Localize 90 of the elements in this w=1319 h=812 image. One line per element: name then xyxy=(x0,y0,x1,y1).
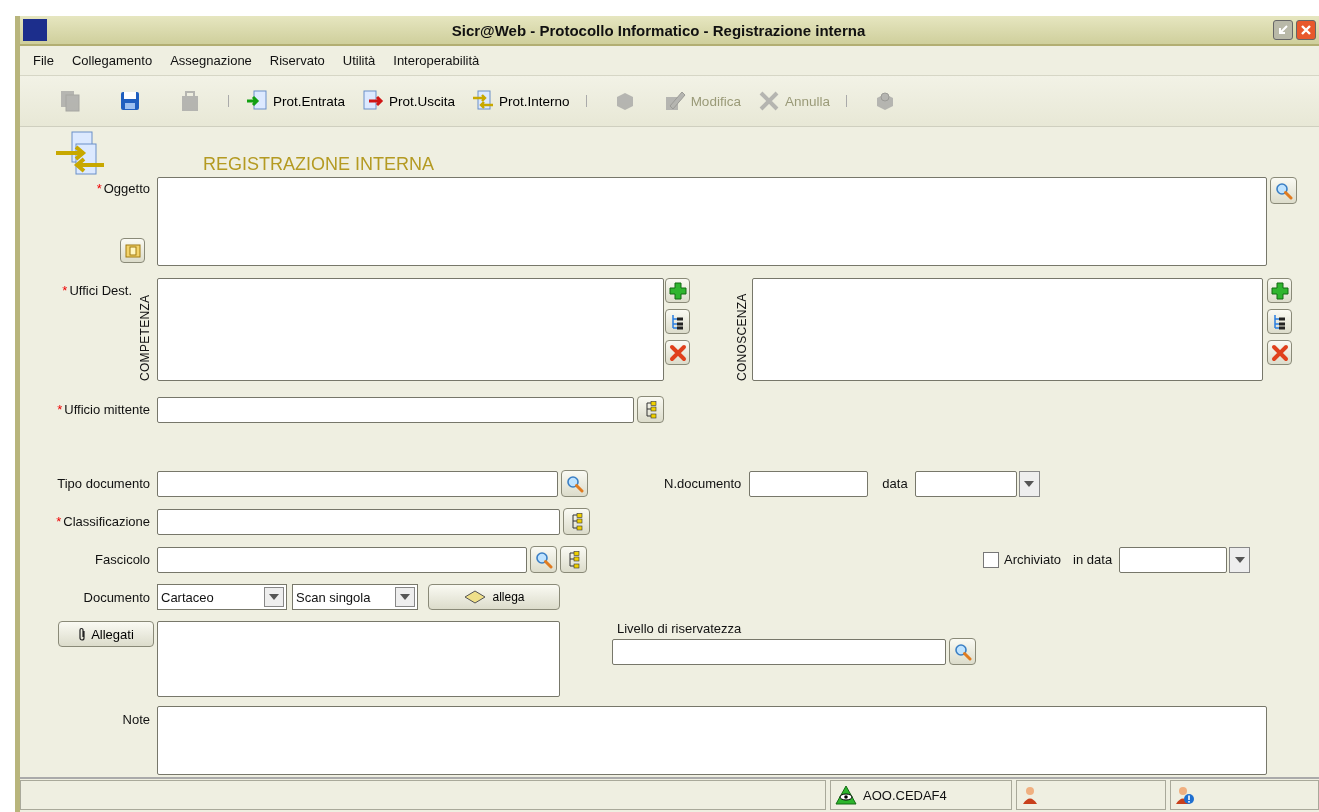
date-dropdown-button[interactable] xyxy=(1229,546,1251,573)
documento-select[interactable]: Cartaceo xyxy=(157,584,287,610)
n-documento-field[interactable] xyxy=(749,470,869,497)
caret-icon xyxy=(1234,556,1245,563)
delete-icon xyxy=(668,343,687,362)
form-heading: REGISTRAZIONE INTERNA xyxy=(203,154,435,175)
menu-item[interactable]: Collegamento xyxy=(64,53,164,68)
tree-icon xyxy=(569,512,584,531)
field-label: Archiviato xyxy=(1004,552,1062,567)
add-button[interactable] xyxy=(665,278,690,303)
allega-button[interactable]: allega xyxy=(428,584,560,610)
folder-icon xyxy=(124,242,141,259)
field-label: data xyxy=(882,476,908,491)
date-field[interactable] xyxy=(914,470,1017,497)
eye-triangle-icon xyxy=(835,785,857,805)
tree-icon xyxy=(566,550,581,569)
plus-icon xyxy=(668,281,687,300)
delete-button[interactable] xyxy=(665,340,690,365)
toolbar-icon xyxy=(361,89,386,113)
paperclip-icon xyxy=(78,627,87,641)
caret-icon xyxy=(269,594,279,600)
caret-icon xyxy=(400,594,410,600)
window-title: Sicr@Web - Protocollo Informatico - Registrazione interna xyxy=(450,21,867,39)
toolbar-button[interactable]: Prot.Entrata xyxy=(237,84,354,118)
fascicolo-field[interactable] xyxy=(157,546,527,573)
field-label: N.documento xyxy=(664,476,742,491)
user-info-icon xyxy=(1175,785,1195,805)
field-label: *Oggetto xyxy=(96,181,150,196)
delete-icon xyxy=(1270,343,1289,362)
search-button[interactable] xyxy=(949,638,976,665)
note-field[interactable] xyxy=(157,706,1267,775)
menu-item[interactable]: Assegnazione xyxy=(163,53,263,68)
archiviato-checkbox[interactable] xyxy=(983,551,999,568)
tipo-documento-field[interactable] xyxy=(157,470,558,497)
toolbar-icon xyxy=(58,89,82,113)
toolbar-button[interactable]: Prot.Uscita xyxy=(353,84,464,118)
allegati-list[interactable] xyxy=(157,621,560,697)
menu-item[interactable]: Utilità xyxy=(335,53,387,68)
search-icon xyxy=(565,474,584,493)
delete-button[interactable] xyxy=(1267,340,1292,365)
field-label: Documento xyxy=(83,589,150,605)
date-dropdown-button[interactable] xyxy=(1018,470,1040,497)
field-label: Fascicolo xyxy=(95,552,150,567)
allegati-button[interactable]: Allegati xyxy=(58,621,154,647)
app-icon xyxy=(23,19,47,41)
status-text: AOO.CEDAF4 xyxy=(863,787,947,803)
scan-select[interactable]: Scan singola xyxy=(292,584,418,610)
tree-icon xyxy=(1272,313,1287,330)
field-label: *Ufficio mittente xyxy=(57,402,150,417)
classificazione-field[interactable] xyxy=(157,508,560,535)
livello-field[interactable] xyxy=(612,638,946,665)
search-button[interactable] xyxy=(1270,177,1297,204)
tree-icon xyxy=(670,313,685,330)
user-icon xyxy=(1021,785,1039,805)
field-label: Note xyxy=(122,712,150,727)
restore-button[interactable] xyxy=(1273,20,1293,40)
search-button[interactable] xyxy=(530,546,557,573)
folder-button[interactable] xyxy=(120,238,145,263)
search-icon xyxy=(1274,181,1293,200)
arrow-icon xyxy=(1277,24,1289,36)
toolbar-icon xyxy=(118,89,142,113)
conoscenza-label: CONOSCENZA xyxy=(735,292,749,381)
search-icon xyxy=(534,550,553,569)
plus-icon xyxy=(1270,281,1289,300)
tree-button[interactable] xyxy=(1267,309,1292,334)
date-field[interactable] xyxy=(1119,546,1228,573)
tree-icon xyxy=(643,400,658,419)
menu-item[interactable]: Interoperabilità xyxy=(386,53,491,68)
competenza-list[interactable] xyxy=(157,278,664,381)
close-icon xyxy=(1300,24,1312,36)
field-label: Livello di riservatezza xyxy=(617,621,743,636)
menu-item[interactable]: Riservato xyxy=(262,53,336,68)
search-button[interactable] xyxy=(561,470,588,497)
field-label: *Classificazione xyxy=(56,514,150,529)
toolbar-icon xyxy=(471,89,496,113)
tree-button[interactable] xyxy=(665,309,690,334)
toolbar-button[interactable]: Prot.Interno xyxy=(463,84,578,118)
field-label: Tipo documento xyxy=(57,476,150,491)
competenza-label: COMPETENZA xyxy=(137,293,152,381)
ufficio-mittente-field[interactable] xyxy=(157,396,634,423)
search-icon xyxy=(953,642,972,661)
conoscenza-list[interactable] xyxy=(752,278,1263,381)
field-label: *Uffici Dest. xyxy=(62,283,132,298)
add-button[interactable] xyxy=(1267,278,1292,303)
field-label: in data xyxy=(1073,552,1113,567)
close-button[interactable] xyxy=(1296,20,1316,40)
toolbar-icon xyxy=(245,89,269,113)
caret-icon xyxy=(1024,480,1035,487)
oggetto-field[interactable] xyxy=(157,177,1267,266)
menu-item[interactable]: File xyxy=(26,53,65,68)
